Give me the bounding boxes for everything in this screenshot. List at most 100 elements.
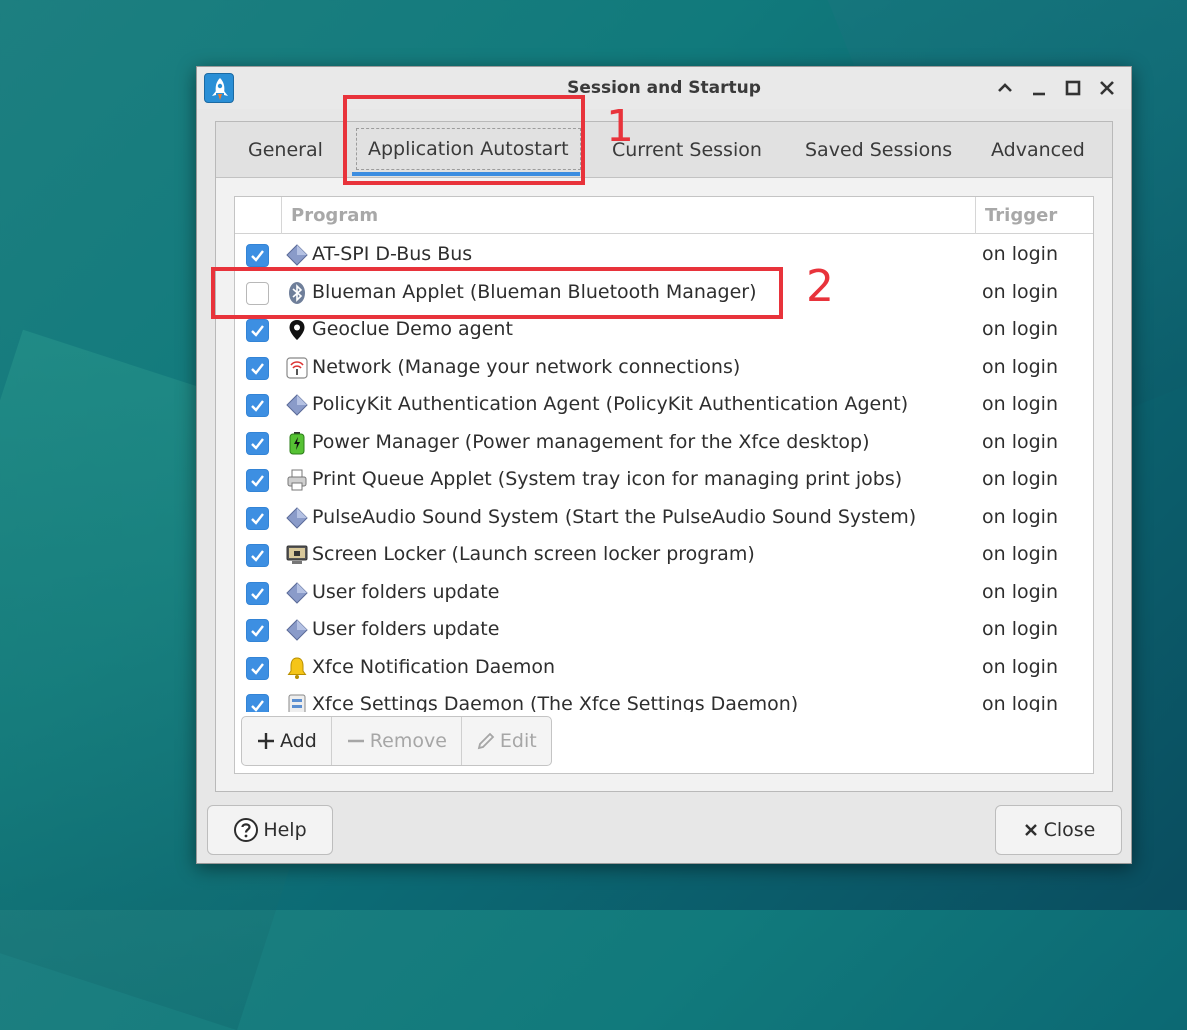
enable-checkbox[interactable] [246, 319, 269, 342]
checkmark-icon [251, 325, 264, 337]
checkmark-icon [251, 475, 264, 487]
edit-button[interactable]: Edit [462, 717, 551, 765]
diamond-icon [285, 243, 309, 267]
location-pin-icon [285, 318, 309, 342]
pencil-icon [477, 732, 495, 750]
minimize-icon [1033, 92, 1045, 96]
window-title: Session and Startup [567, 78, 761, 98]
program-label: Xfce Settings Daemon (The Xfce Settings … [312, 693, 799, 712]
column-header-trigger[interactable]: Trigger [985, 205, 1057, 226]
checkmark-icon [251, 362, 264, 375]
shade-button[interactable] [993, 76, 1017, 100]
enable-checkbox[interactable] [246, 581, 269, 605]
checkmark-icon [251, 625, 264, 637]
minimize-button[interactable] [1027, 76, 1051, 100]
list-row[interactable]: Xfce Settings Daemon (The Xfce Settings … [235, 686, 1093, 712]
program-label: Power Manager (Power management for the … [312, 430, 870, 453]
maximize-icon [1065, 80, 1081, 96]
annotation-box-1 [343, 95, 585, 185]
program-label: Print Queue Applet (System tray icon for… [312, 468, 903, 490]
program-label: Network (Manage your network connections… [312, 355, 741, 378]
add-button-label: Add [280, 730, 317, 752]
close-button[interactable]: Close [995, 805, 1122, 855]
help-icon [234, 818, 259, 842]
tab-advanced[interactable]: Advanced [991, 134, 1085, 166]
maximize-button[interactable] [1061, 76, 1085, 100]
enable-checkbox[interactable] [246, 356, 269, 380]
trigger-value: on login [982, 580, 1058, 603]
list-row[interactable]: PolicyKit Authentication Agent (PolicyKi… [235, 386, 1093, 424]
trigger-value: on login [982, 468, 1058, 490]
close-button-label: Close [1043, 819, 1096, 841]
trigger-value: on login [982, 430, 1058, 453]
enable-checkbox[interactable] [246, 694, 269, 712]
remove-button[interactable]: Remove [332, 717, 462, 765]
program-label: AT-SPI D-Bus Bus [312, 243, 473, 265]
list-row[interactable]: Screen Locker (Launch screen locker prog… [235, 536, 1093, 574]
monitor-lock-icon [285, 543, 309, 567]
enable-checkbox[interactable] [246, 394, 269, 417]
tab-current-session[interactable]: Current Session [612, 134, 762, 166]
program-label: Geoclue Demo agent [312, 318, 513, 340]
checkmark-icon [251, 662, 264, 675]
list-row[interactable]: User folders update on login [235, 611, 1093, 649]
network-icon [285, 356, 309, 380]
trigger-value: on login [982, 655, 1058, 678]
program-label: PolicyKit Authentication Agent (PolicyKi… [312, 393, 909, 415]
trigger-value: on login [982, 318, 1058, 340]
program-label: User folders update [312, 618, 500, 640]
close-window-button[interactable] [1095, 76, 1119, 100]
program-label: User folders update [312, 580, 500, 603]
trigger-value: on login [982, 693, 1058, 712]
trigger-value: on login [982, 243, 1058, 265]
checkmark-icon [251, 587, 264, 600]
checkmark-icon [251, 700, 264, 712]
close-icon [1100, 81, 1114, 95]
checkmark-icon [251, 437, 264, 450]
help-button[interactable]: Help [207, 805, 333, 855]
diamond-icon [285, 618, 309, 642]
list-row[interactable]: User folders update on login [235, 574, 1093, 612]
close-x-icon [1024, 824, 1037, 836]
plus-icon [258, 733, 274, 749]
edit-button-label: Edit [499, 730, 537, 752]
add-button[interactable]: Add [242, 717, 332, 765]
enable-checkbox[interactable] [246, 619, 269, 642]
enable-checkbox[interactable] [246, 544, 269, 567]
list-row[interactable]: PulseAudio Sound System (Start the Pulse… [235, 499, 1093, 537]
list-toolbar: Add Remove Edit [241, 716, 552, 766]
annotation-label-2: 2 [806, 261, 834, 312]
annotation-label-1: 1 [606, 101, 634, 152]
enable-checkbox[interactable] [246, 469, 269, 492]
annotation-box-2 [211, 267, 783, 319]
enable-checkbox[interactable] [246, 431, 269, 455]
checkmark-icon [251, 400, 264, 412]
column-header-program[interactable]: Program [291, 205, 378, 226]
tab-saved-sessions[interactable]: Saved Sessions [805, 134, 952, 166]
list-row[interactable]: Print Queue Applet (System tray icon for… [235, 461, 1093, 499]
titlebar[interactable]: Session and Startup [197, 67, 1131, 109]
list-row[interactable]: Power Manager (Power management for the … [235, 424, 1093, 462]
trigger-value: on login [982, 280, 1058, 303]
trigger-value: on login [982, 505, 1058, 528]
enable-checkbox[interactable] [246, 244, 269, 267]
session-startup-window: Session and Startup General Application … [196, 66, 1132, 864]
column-separator [975, 197, 976, 234]
program-label: PulseAudio Sound System (Start the Pulse… [312, 505, 917, 528]
help-button-label: Help [263, 819, 307, 841]
battery-icon [285, 431, 309, 455]
tab-notebook: General Application Autostart Current Se… [215, 121, 1113, 792]
checkmark-icon [251, 550, 264, 562]
list-row[interactable]: Xfce Notification Daemon on login [235, 649, 1093, 687]
list-row[interactable]: Network (Manage your network connections… [235, 349, 1093, 387]
tab-general[interactable]: General [248, 134, 323, 166]
trigger-value: on login [982, 355, 1058, 378]
diamond-icon [285, 581, 309, 605]
diamond-icon [285, 393, 309, 417]
checkmark-icon [251, 250, 264, 262]
trigger-value: on login [982, 618, 1058, 640]
printer-icon [285, 468, 309, 492]
settings-icon [285, 693, 309, 712]
enable-checkbox[interactable] [246, 656, 269, 680]
enable-checkbox[interactable] [246, 506, 269, 530]
